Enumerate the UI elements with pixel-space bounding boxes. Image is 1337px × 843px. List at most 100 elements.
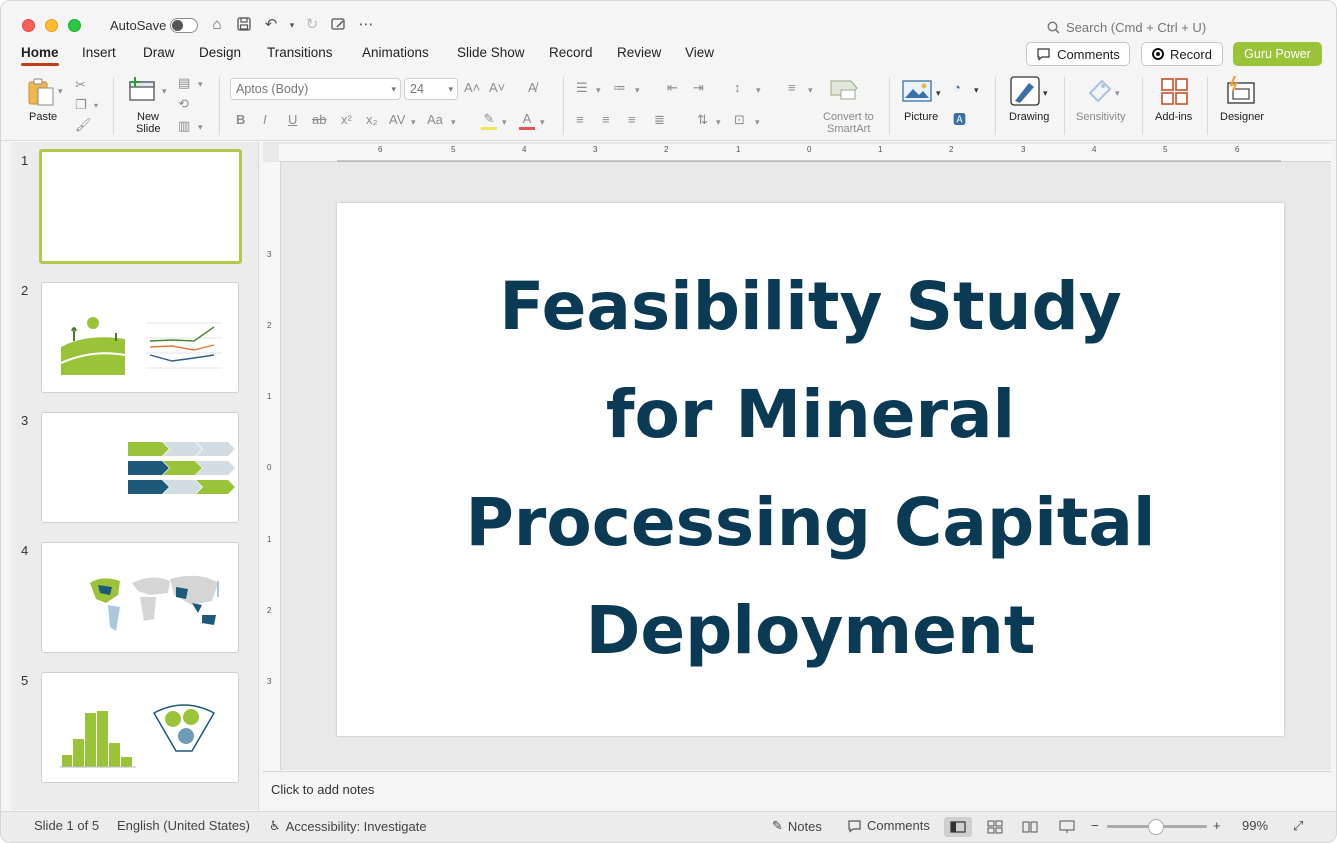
picture-icon[interactable]	[902, 79, 932, 106]
language-indicator[interactable]: English (United States)	[117, 818, 250, 833]
layout-icon[interactable]: ▤	[178, 75, 190, 91]
record-button[interactable]: Record	[1141, 42, 1223, 66]
text-box-icon[interactable]: 🅰	[953, 112, 966, 128]
increase-font-icon[interactable]: A˄	[464, 80, 480, 96]
sensitivity-dropdown-icon[interactable]: ▾	[1115, 85, 1120, 101]
minimize-window-button[interactable]	[45, 19, 58, 32]
picture-dropdown-icon[interactable]: ▾	[936, 85, 941, 101]
decrease-font-icon[interactable]: A˅	[489, 80, 505, 96]
cut-icon[interactable]: ✂	[75, 77, 86, 93]
zoom-in-button[interactable]: +	[1213, 818, 1221, 833]
shapes-icon[interactable]: ◔	[953, 80, 961, 96]
home-icon[interactable]: ⌂	[208, 16, 226, 34]
undo-dropdown-icon[interactable]: ▾	[283, 16, 301, 34]
subscript-icon[interactable]: x₂	[366, 112, 378, 128]
paste-icon[interactable]	[26, 77, 56, 110]
tab-animations[interactable]: Animations	[362, 45, 429, 60]
drawing-icon[interactable]	[1009, 75, 1041, 110]
thumbnail-slide-3[interactable]	[41, 412, 239, 523]
thumbnail-slide-1[interactable]	[39, 149, 242, 264]
thumbnail-slide-5[interactable]	[41, 672, 239, 783]
accessibility-checker[interactable]: ♿ Accessibility: Investigate	[269, 818, 427, 834]
font-name-select[interactable]: Aptos (Body) ▾	[230, 78, 401, 100]
change-case-dropdown-icon[interactable]: ▾	[451, 114, 456, 130]
italic-icon[interactable]: I	[263, 112, 267, 128]
tab-home[interactable]: Home	[21, 45, 59, 60]
tab-draw[interactable]: Draw	[143, 45, 175, 60]
tab-transitions[interactable]: Transitions	[267, 45, 333, 60]
redo-icon[interactable]: ↻	[303, 16, 321, 34]
comments-toggle[interactable]: Comments	[847, 818, 930, 833]
strikethrough-icon[interactable]: ab	[312, 112, 326, 128]
sensitivity-icon[interactable]	[1086, 77, 1114, 108]
reading-view-button[interactable]	[1016, 817, 1044, 837]
change-case-icon[interactable]: Aa	[427, 112, 443, 128]
notes-toggle[interactable]: ✎ Notes	[772, 818, 822, 834]
underline-icon[interactable]: U	[288, 112, 297, 128]
zoom-level[interactable]: 99%	[1242, 818, 1268, 833]
text-direction-icon[interactable]: ⇅	[697, 112, 708, 128]
columns-icon[interactable]: ≡	[788, 80, 796, 96]
font-size-select[interactable]: 24 ▾	[404, 78, 458, 100]
comments-button[interactable]: Comments	[1026, 42, 1130, 66]
form-icon[interactable]	[329, 16, 347, 34]
copy-dropdown-icon[interactable]: ▾	[94, 98, 98, 114]
new-slide-icon[interactable]	[128, 77, 158, 106]
tab-insert[interactable]: Insert	[82, 45, 116, 60]
tab-view[interactable]: View	[685, 45, 714, 60]
paste-dropdown-icon[interactable]: ▾	[58, 83, 63, 99]
guru-power-button[interactable]: Guru Power	[1233, 42, 1322, 66]
bullets-icon[interactable]: ☰	[576, 80, 588, 96]
undo-icon[interactable]: ↶	[262, 16, 280, 34]
normal-view-button[interactable]	[944, 817, 972, 837]
notes-pane[interactable]: Click to add notes	[263, 771, 1331, 809]
clear-formatting-icon[interactable]: A̸	[528, 80, 537, 96]
bullets-dropdown-icon[interactable]: ▾	[596, 82, 601, 98]
save-icon[interactable]	[235, 16, 253, 34]
align-text-icon[interactable]: ⊡	[734, 112, 745, 128]
character-spacing-icon[interactable]: AV	[389, 112, 405, 128]
bold-icon[interactable]: B	[236, 112, 245, 128]
numbering-dropdown-icon[interactable]: ▾	[635, 82, 640, 98]
maximize-window-button[interactable]	[68, 19, 81, 32]
highlight-icon[interactable]: ✎	[481, 111, 497, 130]
addins-icon[interactable]	[1160, 77, 1190, 110]
smartart-icon[interactable]	[829, 79, 859, 104]
align-right-icon[interactable]: ≡	[628, 112, 636, 128]
reset-icon[interactable]: ⟲	[178, 96, 189, 112]
tab-record[interactable]: Record	[549, 45, 593, 60]
drawing-dropdown-icon[interactable]: ▾	[1043, 85, 1048, 101]
zoom-out-button[interactable]: −	[1091, 818, 1099, 833]
highlight-dropdown-icon[interactable]: ▾	[502, 114, 507, 130]
autosave-toggle[interactable]	[170, 18, 198, 33]
section-icon[interactable]: ▥	[178, 118, 190, 134]
current-slide[interactable]: Feasibility Study for Mineral Processing…	[337, 203, 1284, 736]
shapes-dropdown-icon[interactable]: ▾	[974, 82, 979, 98]
align-text-dropdown-icon[interactable]: ▾	[755, 114, 760, 130]
decrease-indent-icon[interactable]: ⇤	[667, 80, 678, 96]
numbering-icon[interactable]: ≔	[613, 80, 626, 96]
zoom-slider-handle[interactable]	[1148, 819, 1164, 835]
increase-indent-icon[interactable]: ⇥	[693, 80, 704, 96]
search-box[interactable]: Search (Cmd + Ctrl + U)	[1047, 18, 1206, 36]
slide-title[interactable]: Feasibility Study for Mineral Processing…	[417, 253, 1204, 685]
line-spacing-dropdown-icon[interactable]: ▾	[756, 82, 761, 98]
justify-icon[interactable]: ≣	[654, 112, 665, 128]
thumbnail-slide-2[interactable]	[41, 282, 239, 393]
new-slide-dropdown-icon[interactable]: ▾	[162, 83, 167, 99]
more-icon[interactable]: ⋯	[357, 16, 375, 34]
align-left-icon[interactable]: ≡	[576, 112, 584, 128]
font-color-dropdown-icon[interactable]: ▾	[540, 114, 545, 130]
slide-sorter-button[interactable]	[981, 817, 1009, 837]
thumbnail-slide-4[interactable]	[41, 542, 239, 653]
tab-slide-show[interactable]: Slide Show	[457, 45, 525, 60]
format-painter-icon[interactable]: 🖌	[75, 117, 92, 133]
layout-dropdown-icon[interactable]: ▾	[198, 76, 203, 92]
character-spacing-dropdown-icon[interactable]: ▾	[411, 114, 416, 130]
slideshow-view-button[interactable]	[1053, 817, 1081, 837]
line-spacing-icon[interactable]: ↕	[734, 80, 741, 96]
section-dropdown-icon[interactable]: ▾	[198, 119, 203, 135]
text-direction-dropdown-icon[interactable]: ▾	[716, 114, 721, 130]
align-center-icon[interactable]: ≡	[602, 112, 610, 128]
tab-design[interactable]: Design	[199, 45, 241, 60]
